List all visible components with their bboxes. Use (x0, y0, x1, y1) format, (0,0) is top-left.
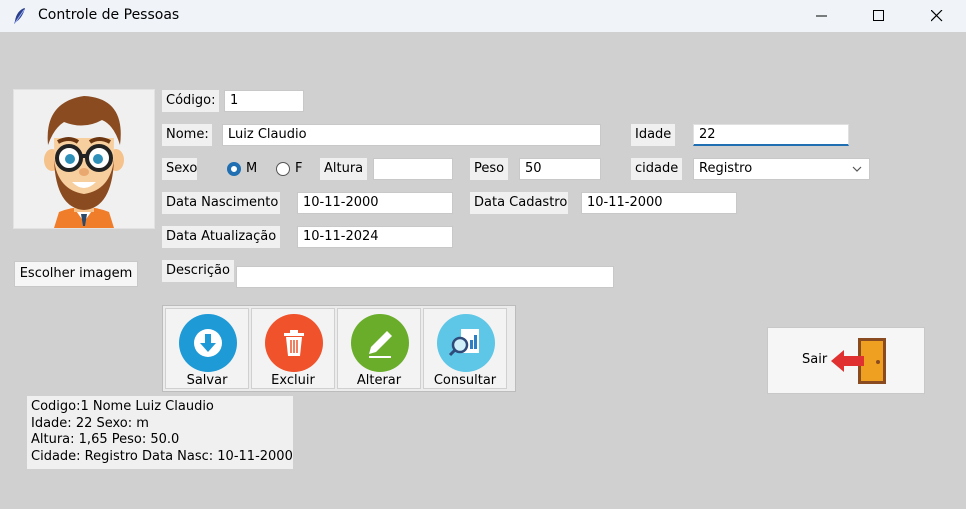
window-title: Controle de Pessoas (38, 7, 180, 23)
codigo-label: Código: (162, 90, 220, 112)
nome-label: Nome: (162, 124, 212, 146)
close-button[interactable] (908, 0, 966, 32)
action-toolbar: Salvar Excluir Alterar Consultar (162, 305, 516, 392)
sexo-m-label: M (246, 161, 258, 176)
maximize-icon (873, 10, 884, 21)
person-summary: Codigo:1 Nome Luiz Claudio Idade: 22 Sex… (27, 396, 293, 469)
alterar-button[interactable]: Alterar (337, 308, 421, 389)
cidade-label: cidade (631, 158, 683, 180)
data-atualizacao-label: Data Atualização (162, 226, 280, 248)
chevron-down-icon (852, 166, 862, 172)
summary-line: Altura: 1,65 Peso: 50.0 (31, 432, 180, 447)
altura-field[interactable] (373, 158, 453, 180)
salvar-button[interactable]: Salvar (165, 308, 249, 389)
choose-image-button[interactable]: Escolher imagem (14, 261, 138, 287)
summary-line: Cidade: Registro Data Nasc: 10-11-2000 (31, 448, 293, 464)
data-nascimento-field[interactable]: 10-11-2000 (297, 192, 453, 214)
excluir-button[interactable]: Excluir (251, 308, 335, 389)
cidade-value: Registro (699, 161, 753, 176)
sair-label: Sair (802, 352, 828, 367)
data-atualizacao-field[interactable]: 10-11-2024 (297, 226, 453, 248)
download-icon (179, 314, 237, 372)
nome-field[interactable]: Luiz Claudio (222, 124, 601, 146)
minimize-icon (816, 15, 827, 17)
minimize-button[interactable] (793, 0, 851, 32)
sexo-f-radio[interactable] (276, 162, 290, 176)
feather-icon (14, 8, 25, 24)
descricao-label: Descrição (162, 260, 234, 282)
pencil-icon (351, 314, 409, 372)
summary-line: Idade: 22 Sexo: m (31, 415, 149, 431)
sexo-label: Sexo (162, 158, 197, 180)
codigo-field[interactable]: 1 (224, 90, 304, 112)
close-icon (931, 10, 943, 22)
consultar-button[interactable]: Consultar (423, 308, 507, 389)
alterar-label: Alterar (356, 373, 402, 388)
person-photo (13, 89, 155, 229)
peso-label: Peso (470, 158, 509, 180)
peso-field[interactable]: 50 (519, 158, 601, 180)
title-bar: Controle de Pessoas (0, 0, 966, 32)
sexo-m-radio[interactable] (227, 162, 241, 176)
excluir-label: Excluir (271, 373, 315, 388)
search-report-icon (437, 314, 495, 372)
avatar-icon (44, 96, 124, 228)
salvar-label: Salvar (186, 373, 228, 388)
consultar-label: Consultar (433, 373, 497, 388)
maximize-button[interactable] (850, 0, 908, 32)
altura-label: Altura (320, 158, 368, 180)
cidade-select[interactable]: Registro (693, 158, 870, 180)
sexo-f-label: F (295, 161, 303, 176)
data-nascimento-label: Data Nascimento (162, 192, 280, 214)
idade-label: Idade (631, 124, 675, 146)
data-cadastro-field[interactable]: 10-11-2000 (581, 192, 737, 214)
exit-door-icon (831, 338, 886, 384)
summary-line: Codigo:1 Nome Luiz Claudio (31, 399, 214, 414)
sair-button[interactable]: Sair (767, 327, 925, 394)
idade-field[interactable]: 22 (693, 124, 849, 146)
descricao-field[interactable] (236, 266, 614, 288)
data-cadastro-label: Data Cadastro (470, 192, 568, 214)
trash-icon (265, 314, 323, 372)
